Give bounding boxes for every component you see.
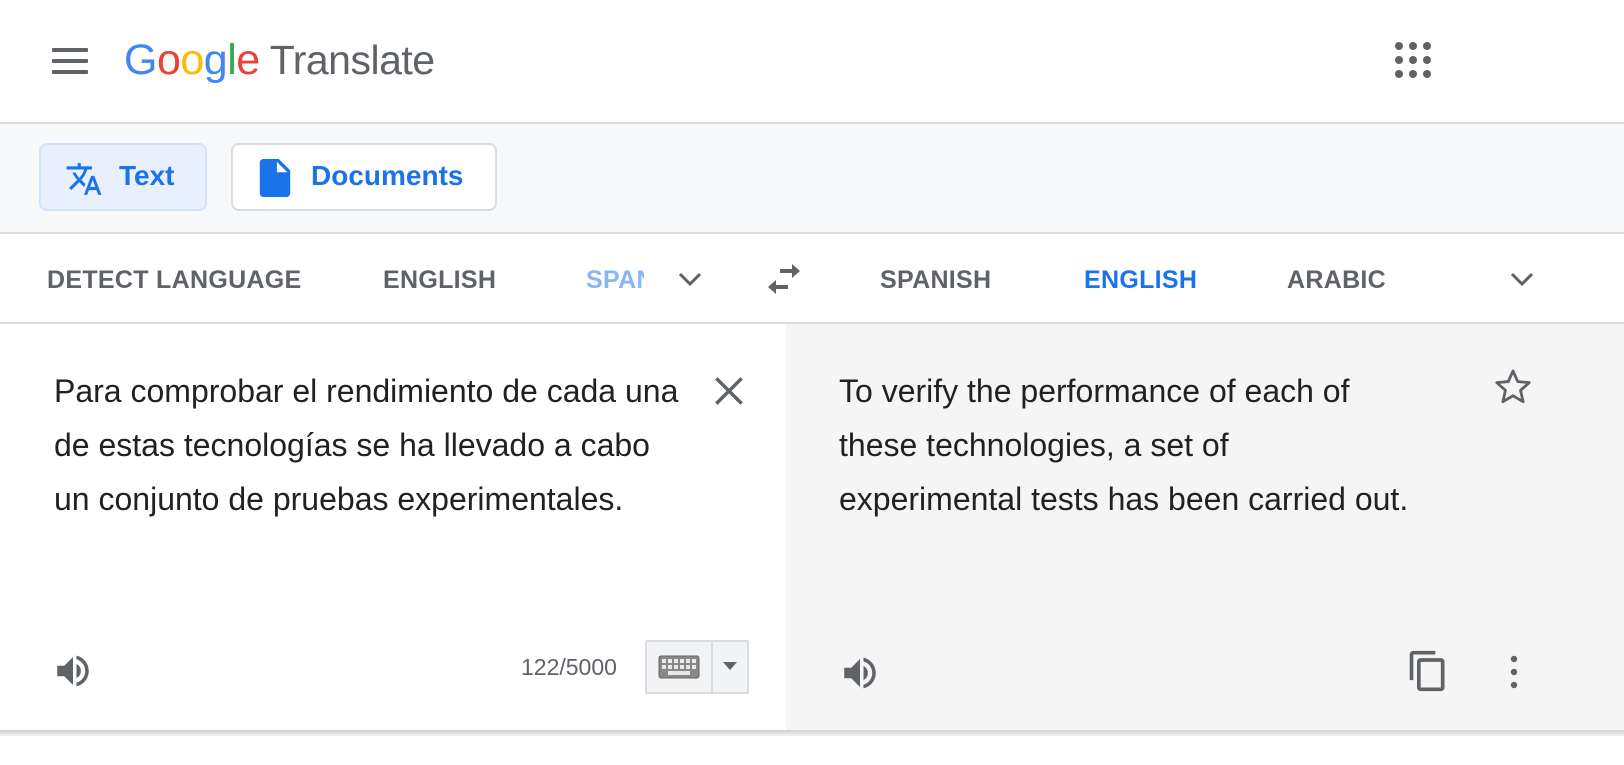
source-lang-english[interactable]: ENGLISH [383,266,496,295]
source-lang-spanish[interactable]: SPANISH [586,266,644,295]
source-text-input[interactable]: Para comprobar el rendimiento de cada un… [54,364,694,526]
logo-letter: e [236,36,260,84]
apps-grid-icon[interactable] [1393,40,1433,80]
input-tools-dropdown[interactable] [713,642,747,692]
swap-languages-icon[interactable] [764,262,804,296]
google-translate-logo[interactable]: Google Translate [124,32,435,88]
listen-source-speaker-icon[interactable] [52,650,94,692]
more-options-icon[interactable] [1504,654,1524,690]
documents-mode-label: Documents [311,160,464,191]
mode-toolbar: Text Documents [0,124,1624,234]
target-panel: To verify the performance of each of the… [786,324,1624,730]
logo-letter: G [124,36,157,84]
hamburger-menu-icon[interactable] [50,44,90,78]
app-header: Google Translate [0,0,1624,124]
source-lang-detect[interactable]: DETECT LANGUAGE [47,266,302,295]
source-more-languages-chevron-icon[interactable] [675,264,705,294]
logo-letter: o [180,36,204,84]
product-name: Translate [269,37,435,83]
input-tools [645,640,749,694]
dropdown-arrow-icon [723,662,737,670]
logo-letter: g [203,36,228,84]
text-mode-button[interactable]: Text [39,143,207,211]
target-more-languages-chevron-icon[interactable] [1507,264,1537,294]
text-mode-label: Text [119,160,175,191]
translated-text: To verify the performance of each of the… [839,373,1409,517]
logo-letter: o [156,36,181,84]
document-icon [259,159,291,197]
save-translation-star-icon[interactable] [1492,366,1534,408]
logo-letter: l [227,36,237,84]
keyboard-icon [658,655,700,679]
keyboard-button[interactable] [647,642,713,692]
target-lang-arabic[interactable]: ARABIC [1287,266,1386,295]
character-counter: 122/5000 [521,654,617,680]
language-bar: DETECT LANGUAGE ENGLISH SPANISH SPANISH … [0,234,1624,324]
panel-bottom-shadow [0,730,1624,736]
translate-icon [66,163,102,195]
source-panel: Para comprobar el rendimiento de cada un… [0,324,786,730]
copy-translation-icon[interactable] [1406,648,1450,694]
documents-mode-button[interactable]: Documents [231,143,497,211]
target-lang-english[interactable]: ENGLISH [1084,266,1197,295]
listen-translation-speaker-icon[interactable] [839,652,881,694]
target-lang-spanish[interactable]: SPANISH [880,266,991,295]
clear-source-icon[interactable] [710,372,748,410]
